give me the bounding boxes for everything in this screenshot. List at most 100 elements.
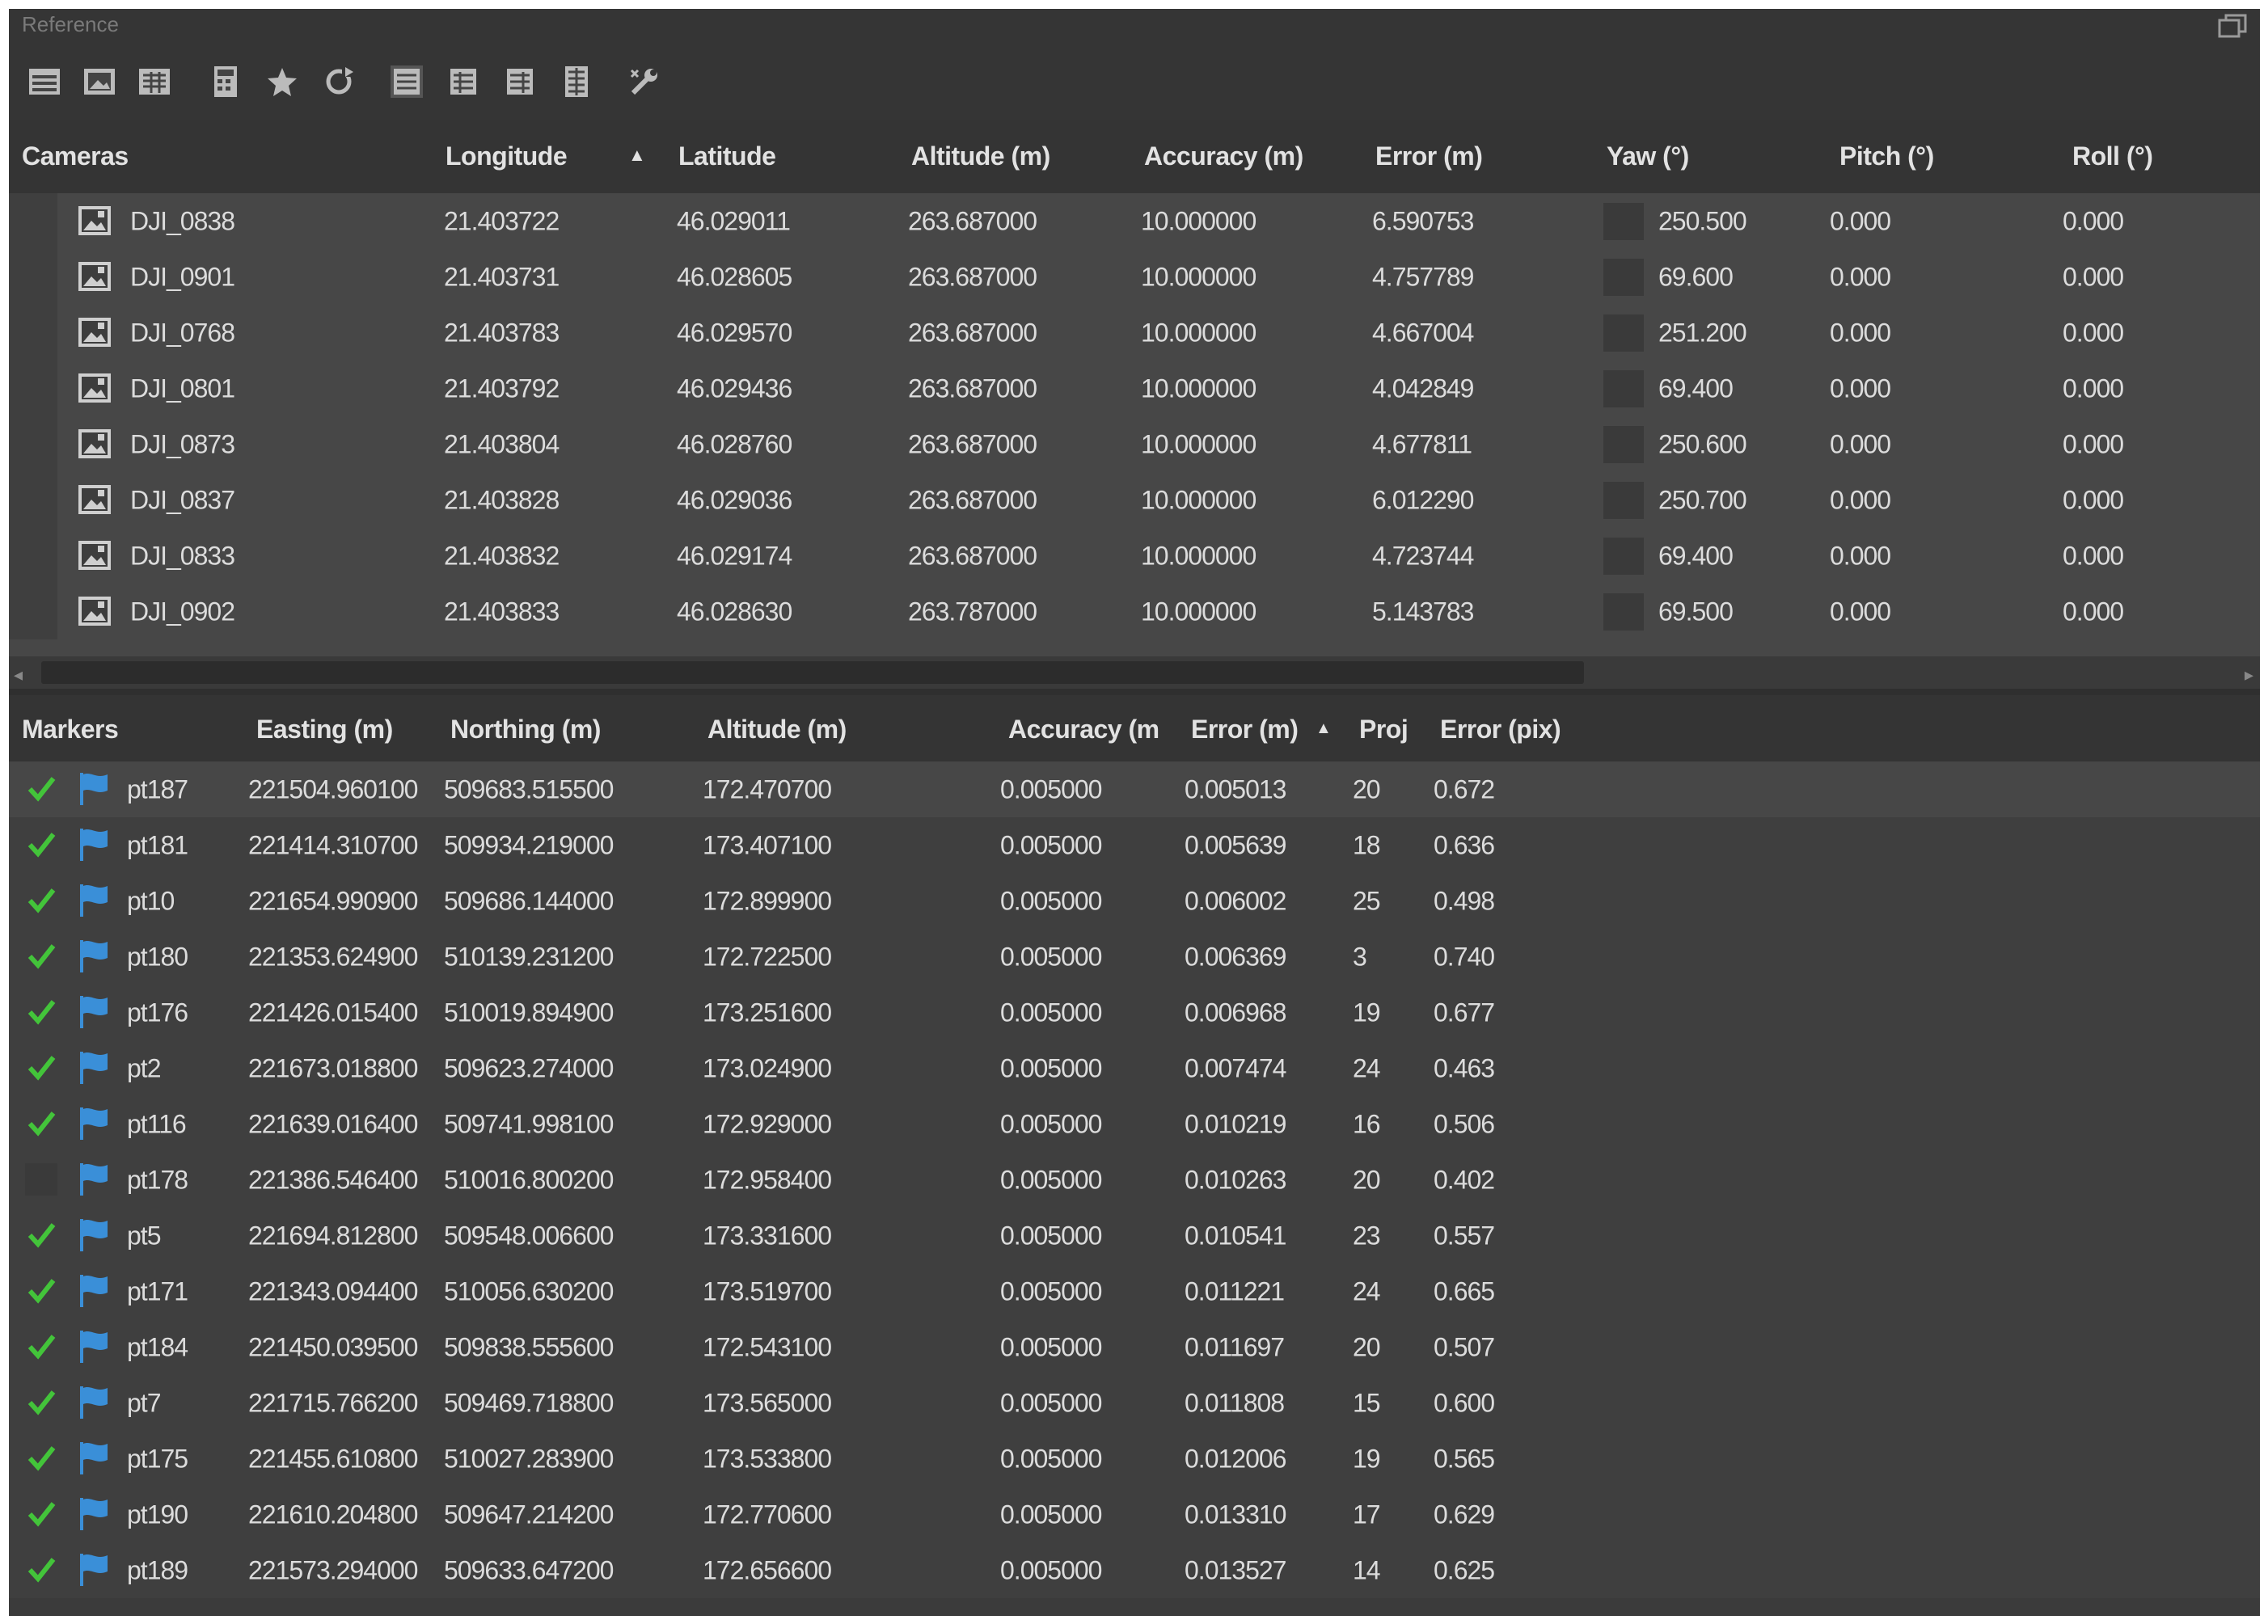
camera-row[interactable]: DJI_0837 21.403828 46.029036 263.687000 10.0… — [9, 472, 2260, 529]
northing-cell: 509934.219000 — [444, 830, 614, 859]
error-pix-column-header[interactable]: Error (pix) — [1440, 715, 1561, 745]
altitude-cell: 263.687000 — [908, 373, 1037, 403]
marker-row[interactable]: pt176 221426.015400 510019.894900 173.25160… — [9, 985, 2260, 1040]
camera-row[interactable]: DJI_0801 21.403792 46.029436 263.687000 10.0… — [9, 361, 2260, 417]
proj-cell: 15 — [1353, 1388, 1381, 1417]
marker-altitude-cell: 172.470700 — [703, 774, 832, 804]
marker-accuracy-cell: 0.005000 — [1000, 998, 1102, 1027]
pane-divider[interactable] — [9, 689, 2260, 695]
sort-ascending-icon: ▲ — [1316, 719, 1332, 737]
easting-cell: 221639.016400 — [248, 1109, 418, 1138]
restore-window-icon[interactable] — [2216, 12, 2249, 40]
star-icon[interactable] — [263, 62, 302, 101]
settings-tool-icon[interactable] — [625, 62, 664, 101]
camera-row[interactable]: DJI_0768 21.403783 46.029570 263.687000 10.0… — [9, 305, 2260, 361]
marker-row[interactable]: pt180 221353.624900 510139.231200 172.72250… — [9, 929, 2260, 985]
marker-row[interactable]: pt187 221504.960100 509683.515500 172.47070… — [9, 761, 2260, 817]
image-view-icon[interactable] — [80, 62, 119, 101]
checkbox-checked-icon[interactable] — [25, 1386, 57, 1419]
yaw-gutter — [1603, 593, 1644, 631]
pitch-column-header[interactable]: Pitch (°) — [1839, 141, 1934, 171]
northing-cell: 510056.630200 — [444, 1276, 614, 1306]
proj-column-header[interactable]: Proj — [1359, 715, 1409, 745]
cameras-column-header[interactable]: Cameras — [22, 141, 129, 171]
easting-column-header[interactable]: Easting (m) — [256, 715, 393, 745]
camera-row[interactable]: DJI_0902 21.403833 46.028630 263.787000 10.0… — [9, 584, 2260, 640]
marker-row[interactable]: pt5 221694.812800 509548.006600 173.331600 0… — [9, 1208, 2260, 1263]
latitude-column-header[interactable]: Latitude — [678, 141, 776, 171]
marker-row[interactable]: pt10 221654.990900 509686.144000 172.899900… — [9, 873, 2260, 929]
checkbox-unchecked[interactable] — [25, 1163, 57, 1196]
checkbox-checked-icon[interactable] — [25, 1219, 57, 1251]
altitude-cell: 263.687000 — [908, 429, 1037, 458]
marker-row[interactable]: pt175 221455.610800 510027.283900 173.53380… — [9, 1431, 2260, 1487]
checkbox-checked-icon[interactable] — [25, 1442, 57, 1474]
proj-cell: 24 — [1353, 1053, 1381, 1082]
latitude-cell: 46.028630 — [677, 597, 792, 626]
marker-error-cell: 0.006968 — [1185, 998, 1286, 1027]
error-column-header[interactable]: Error (m) — [1375, 141, 1483, 171]
marker-row[interactable]: pt7 221715.766200 509469.718800 173.565000 0… — [9, 1375, 2260, 1431]
longitude-cell: 21.403804 — [444, 429, 560, 458]
toolbar — [9, 43, 2260, 120]
checkbox-checked-icon[interactable] — [25, 1554, 57, 1586]
camera-row[interactable]: DJI_0873 21.403804 46.028760 263.687000 10.0… — [9, 416, 2260, 473]
checkbox-checked-icon[interactable] — [25, 1052, 57, 1084]
cameras-layout-icon[interactable] — [387, 62, 426, 101]
marker-name-cell: pt171 — [127, 1276, 188, 1306]
scalebars-layout-icon[interactable] — [500, 62, 539, 101]
scrollbar-thumb[interactable] — [41, 661, 1584, 684]
marker-row[interactable]: pt184 221450.039500 509838.555600 172.54310… — [9, 1319, 2260, 1375]
longitude-cell: 21.403833 — [444, 597, 560, 626]
marker-row[interactable]: pt178 221386.546400 510016.800200 172.95840… — [9, 1152, 2260, 1208]
marker-altitude-column-header[interactable]: Altitude (m) — [707, 715, 847, 745]
table-view-icon[interactable] — [25, 62, 64, 101]
camera-row[interactable]: DJI_0838 21.403722 46.029011 263.687000 10.0… — [9, 193, 2260, 250]
marker-row[interactable]: pt2 221673.018800 509623.274000 173.024900 0… — [9, 1040, 2260, 1096]
marker-accuracy-column-header[interactable]: Accuracy (m — [1008, 715, 1159, 745]
camera-row[interactable]: DJI_0901 21.403731 46.028605 263.687000 10.0… — [9, 249, 2260, 306]
details-view-icon[interactable] — [135, 62, 174, 101]
accuracy-column-header[interactable]: Accuracy (m) — [1144, 141, 1303, 171]
marker-accuracy-cell: 0.005000 — [1000, 1444, 1102, 1473]
marker-accuracy-cell: 0.005000 — [1000, 1221, 1102, 1250]
scroll-left-icon[interactable]: ◂ — [14, 664, 23, 685]
marker-error-cell: 0.007474 — [1185, 1053, 1286, 1082]
marker-row[interactable]: pt116 221639.016400 509741.998100 172.92900… — [9, 1096, 2260, 1152]
camera-image-icon — [78, 485, 111, 514]
marker-row[interactable]: pt190 221610.204800 509647.214200 172.77060… — [9, 1487, 2260, 1542]
easting-cell: 221573.294000 — [248, 1555, 418, 1584]
checkbox-checked-icon[interactable] — [25, 773, 57, 805]
checkbox-checked-icon[interactable] — [25, 1275, 57, 1307]
marker-row[interactable]: pt181 221414.310700 509934.219000 173.40710… — [9, 817, 2260, 873]
calculator-icon[interactable] — [206, 62, 245, 101]
refresh-icon[interactable] — [319, 62, 358, 101]
checkbox-checked-icon[interactable] — [25, 1331, 57, 1363]
marker-row[interactable]: pt189 221573.294000 509633.647200 172.65660… — [9, 1542, 2260, 1598]
roll-column-header[interactable]: Roll (°) — [2072, 141, 2153, 171]
markers-column-header[interactable]: Markers — [22, 715, 119, 745]
longitude-column-header[interactable]: Longitude — [446, 141, 568, 171]
checkbox-checked-icon[interactable] — [25, 884, 57, 917]
marker-row[interactable]: pt171 221343.094400 510056.630200 173.51970… — [9, 1263, 2260, 1319]
scroll-right-icon[interactable]: ▸ — [2245, 664, 2253, 685]
markers-layout-icon[interactable] — [444, 62, 483, 101]
marker-altitude-cell: 172.770600 — [703, 1500, 832, 1529]
roll-cell: 0.000 — [2063, 541, 2124, 570]
columns-layout-icon[interactable] — [557, 62, 596, 101]
checkbox-checked-icon[interactable] — [25, 996, 57, 1028]
checkbox-checked-icon[interactable] — [25, 1107, 57, 1140]
error-cell: 4.667004 — [1372, 318, 1474, 347]
horizontal-scrollbar[interactable]: ◂ ▸ — [9, 656, 2260, 689]
title-bar: Reference — [9, 9, 2260, 43]
camera-row[interactable]: DJI_0833 21.403832 46.029174 263.687000 10.0… — [9, 528, 2260, 584]
checkbox-checked-icon[interactable] — [25, 940, 57, 972]
camera-name-cell: DJI_0768 — [130, 318, 235, 347]
yaw-column-header[interactable]: Yaw (°) — [1607, 141, 1689, 171]
checkbox-checked-icon[interactable] — [25, 1498, 57, 1530]
northing-column-header[interactable]: Northing (m) — [450, 715, 601, 745]
checkbox-checked-icon[interactable] — [25, 829, 57, 861]
latitude-cell: 46.029436 — [677, 373, 792, 403]
altitude-column-header[interactable]: Altitude (m) — [911, 141, 1050, 171]
marker-error-column-header[interactable]: Error (m) — [1191, 715, 1299, 745]
